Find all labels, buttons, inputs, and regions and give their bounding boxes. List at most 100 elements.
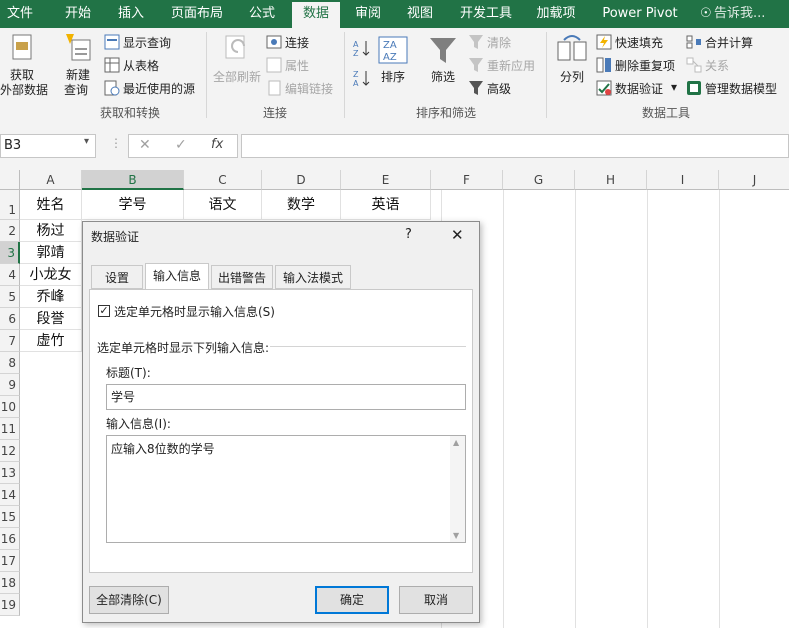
column-header[interactable]: D [262,170,341,190]
tab-settings[interactable]: 设置 [91,265,143,289]
remove-duplicates-button[interactable]: 删除重复项 [615,57,675,74]
row-header[interactable]: 4 [0,264,20,286]
table-header-cell[interactable]: 语文 [184,190,262,220]
row-header[interactable]: 14 [0,484,20,506]
text-to-columns-button[interactable]: 分列 [560,68,584,85]
row-header[interactable]: 2 [0,220,20,242]
column-header[interactable]: F [431,170,503,190]
show-query-button[interactable]: 显示查询 [123,34,171,51]
formula-input[interactable] [241,134,789,158]
select-all-corner[interactable] [0,170,20,190]
row-header[interactable]: 19 [0,594,20,616]
scroll-up-icon[interactable]: ▲ [453,438,459,447]
ok-button[interactable]: 确定 [315,586,389,614]
column-header[interactable]: C [184,170,262,190]
scrollbar[interactable]: ▲ ▼ [450,436,465,542]
row-header[interactable]: 8 [0,352,20,374]
tab-power-pivot[interactable]: Power Pivot [596,0,684,28]
column-header[interactable]: H [575,170,647,190]
table-cell[interactable]: 段誉 [20,308,82,330]
tab-developer[interactable]: 开发工具 [452,0,520,28]
cancel-button[interactable]: 取消 [399,586,473,614]
tab-view[interactable]: 视图 [400,0,440,28]
row-header[interactable]: 17 [0,550,20,572]
tab-page-layout[interactable]: 页面布局 [164,0,230,28]
tab-data[interactable]: 数据 [292,2,340,28]
row-header[interactable]: 16 [0,528,20,550]
row-header[interactable]: 7 [0,330,20,352]
tab-file[interactable]: 文件 [0,0,40,28]
row-header[interactable]: 9 [0,374,20,396]
drag-handle-icon[interactable]: ⋮ [110,136,122,150]
tab-insert[interactable]: 插入 [108,0,154,28]
edit-links-button[interactable]: 编辑链接 [285,80,333,97]
insert-function-button[interactable]: fx [211,137,223,152]
reapply-button[interactable]: 重新应用 [487,57,535,74]
row-header[interactable]: 1 [0,190,20,220]
column-header[interactable]: E [341,170,431,190]
close-button[interactable]: ✕ [451,226,464,244]
clear-button[interactable]: 清除 [487,34,511,51]
check-icon[interactable]: ✓ [175,137,187,153]
table-cell[interactable]: 乔峰 [20,286,82,308]
tab-review[interactable]: 审阅 [348,0,388,28]
row-header[interactable]: 10 [0,396,20,418]
help-button[interactable]: ? [405,227,412,242]
clear-all-button[interactable]: 全部清除(C) [89,586,169,614]
refresh-all-button[interactable]: 全部刷新 [213,68,261,85]
advanced-button[interactable]: 高级 [487,80,511,97]
flash-fill-button[interactable]: 快速填充 [615,34,663,51]
grid-line [575,190,576,628]
consolidate-button[interactable]: 合并计算 [705,34,753,51]
relationships-button[interactable]: 关系 [705,57,729,74]
tab-formulas[interactable]: 公式 [240,0,284,28]
row-header[interactable]: 11 [0,418,20,440]
title-input[interactable]: 学号 [106,384,466,410]
sort-button[interactable]: 排序 [381,68,405,85]
tab-addins[interactable]: 加载项 [528,0,584,28]
row-header[interactable]: 15 [0,506,20,528]
svg-text:AZ: AZ [383,52,397,63]
row-header[interactable]: 12 [0,440,20,462]
table-cell[interactable]: 杨过 [20,220,82,242]
chevron-down-icon[interactable]: ▾ [671,80,677,94]
table-header-cell[interactable]: 数学 [262,190,341,220]
message-textarea[interactable]: 应输入8位数的学号 ▲ ▼ [106,435,466,543]
properties-button[interactable]: 属性 [285,57,309,74]
tab-input-message[interactable]: 输入信息 [145,263,209,291]
refresh-all-icon [225,35,245,59]
recent-sources-button[interactable]: 最近使用的源 [123,80,195,97]
row-header-selected[interactable]: 3 [0,242,20,264]
table-header-cell[interactable]: 学号 [82,190,184,220]
cancel-icon[interactable]: ✕ [139,137,151,153]
row-header[interactable]: 18 [0,572,20,594]
tab-ime-mode[interactable]: 输入法模式 [275,265,351,289]
from-table-button[interactable]: 从表格 [123,57,159,74]
scroll-down-icon[interactable]: ▼ [453,531,459,540]
table-header-cell[interactable]: 英语 [341,190,431,220]
name-box[interactable]: B3 [0,134,96,158]
column-header-selected[interactable]: B [82,170,184,190]
table-cell[interactable]: 郭靖 [20,242,82,264]
filter-button[interactable]: 筛选 [431,68,455,85]
tab-error-alert[interactable]: 出错警告 [211,265,273,289]
tell-me-search[interactable]: ☉ 告诉我... [700,0,780,28]
data-validation-button[interactable]: 数据验证 [615,80,663,97]
connections-button[interactable]: 连接 [285,34,309,51]
chevron-down-icon[interactable]: ▾ [84,136,89,147]
column-header[interactable]: G [503,170,575,190]
table-header-cell[interactable]: 姓名 [20,190,82,220]
table-cell[interactable]: 小龙女 [20,264,82,286]
get-external-label-2[interactable]: 外部数据 [0,81,48,98]
manage-data-model-button[interactable]: 管理数据模型 [705,80,777,97]
column-header[interactable]: I [647,170,719,190]
row-header[interactable]: 6 [0,308,20,330]
show-input-checkbox[interactable]: ✓ [98,305,110,317]
table-cell[interactable]: 虚竹 [20,330,82,352]
new-query-label-2[interactable]: 查询 [64,81,88,98]
row-header[interactable]: 5 [0,286,20,308]
column-header[interactable]: J [719,170,789,190]
row-header[interactable]: 13 [0,462,20,484]
column-header[interactable]: A [20,170,82,190]
tab-home[interactable]: 开始 [55,0,101,28]
